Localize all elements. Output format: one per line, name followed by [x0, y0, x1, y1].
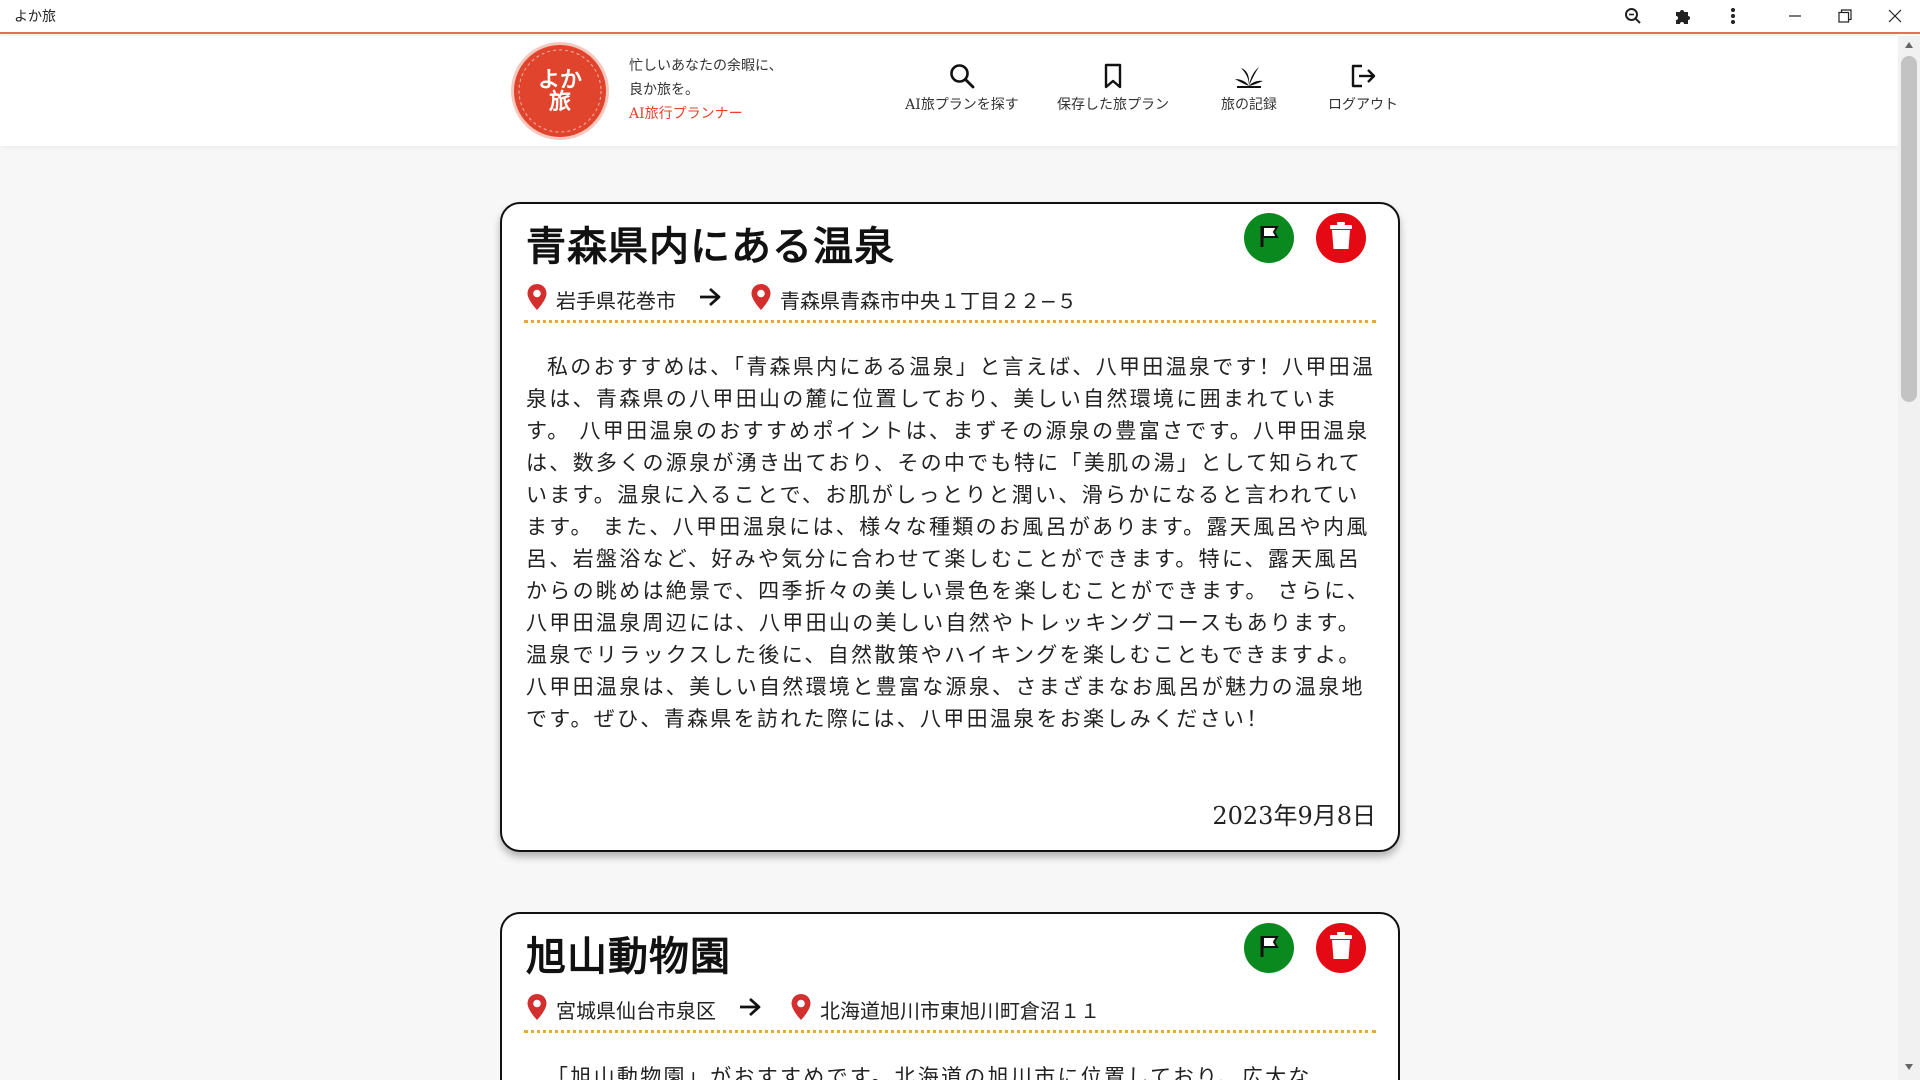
tagline-line1: 忙しいあなたの余暇に、: [629, 58, 783, 74]
window-title: よか旅: [14, 9, 56, 25]
plan-title: 青森県内にある温泉: [526, 223, 895, 270]
plan-date: 2023年9月8日: [1212, 802, 1376, 830]
search-icon: [948, 62, 976, 94]
zoom-button[interactable]: [1608, 0, 1658, 32]
bookmark-icon: [1099, 62, 1127, 94]
nav-travel-records-label: 旅の記録: [1221, 97, 1277, 113]
route: 宮城県仙台市泉区 北海道旭川市東旭川町倉沼１１: [526, 992, 1100, 1026]
route-origin: 宮城県仙台市泉区: [556, 998, 716, 1023]
location-pin-icon: [526, 993, 548, 1026]
location-pin-icon: [526, 283, 548, 316]
plan-card: 旭山動物園 宮城県仙台市泉区 北海道旭川市東旭川町倉沼１１ 「旭山動物園」がおす…: [500, 912, 1400, 1080]
minimize-icon: [1788, 9, 1802, 23]
restore-button[interactable]: [1820, 0, 1870, 32]
tagline-line2: 良か旅を。: [629, 82, 699, 98]
arrow-right-icon: [698, 286, 722, 313]
route-destination: 北海道旭川市東旭川町倉沼１１: [820, 998, 1100, 1023]
route-destination: 青森県青森市中央１丁目２２−５: [780, 288, 1077, 313]
route-divider: [524, 1030, 1376, 1033]
nav-search-plans-label: AI旅プランを探す: [905, 97, 1019, 113]
tagline-accent: AI旅行プランナー: [629, 106, 743, 122]
trash-icon: [1328, 931, 1354, 965]
logo-text-line2: 旅: [548, 89, 571, 115]
browser-menu-button[interactable]: [1708, 0, 1758, 32]
flag-button[interactable]: [1244, 213, 1294, 263]
browser-titlebar: よか旅: [0, 0, 1920, 34]
close-icon: [1888, 9, 1902, 23]
nav-saved-plans-label: 保存した旅プラン: [1057, 97, 1169, 113]
nav-logout[interactable]: ログアウト: [1298, 62, 1428, 114]
flag-icon: [1255, 222, 1283, 254]
plan-card: 青森県内にある温泉 岩手県花巻市 青森県青森市中央１丁目２２−５ 私のおすすめは…: [500, 202, 1400, 852]
extensions-button[interactable]: [1658, 0, 1708, 32]
page-scrollbar[interactable]: [1898, 36, 1920, 1080]
route: 岩手県花巻市 青森県青森市中央１丁目２２−５: [526, 282, 1077, 316]
caret-down-icon: [1905, 1064, 1913, 1070]
scrollbar-thumb[interactable]: [1901, 56, 1917, 402]
nav-logout-label: ログアウト: [1328, 97, 1398, 113]
arrow-right-icon: [738, 996, 762, 1023]
trash-icon: [1328, 221, 1354, 255]
close-button[interactable]: [1870, 0, 1920, 32]
tagline: 忙しいあなたの余暇に、 良か旅を。 AI旅行プランナー: [629, 54, 783, 126]
restore-icon: [1838, 9, 1852, 23]
plan-description: 「旭山動物園」がおすすめです。北海道の旭川市に位置しており、広大な: [547, 1065, 1312, 1080]
logo-text-line1: よか: [537, 67, 582, 93]
delete-button[interactable]: [1316, 923, 1366, 973]
route-divider: [524, 320, 1376, 323]
more-vertical-icon: [1730, 7, 1736, 25]
site-logo[interactable]: よか 旅: [510, 41, 610, 141]
plant-icon: [1233, 62, 1265, 94]
plan-title: 旭山動物園: [526, 933, 731, 980]
flag-button[interactable]: [1244, 923, 1294, 973]
location-pin-icon: [750, 283, 772, 316]
plan-description: 私のおすすめは、「青森県内にある温泉」と言えば、八甲田温泉です！八甲田温泉は、青…: [526, 355, 1376, 731]
site-header: よか 旅 忙しいあなたの余暇に、 良か旅を。 AI旅行プランナー AI旅プランを…: [0, 36, 1898, 146]
logout-icon: [1348, 62, 1378, 94]
location-pin-icon: [790, 993, 812, 1026]
minimize-button[interactable]: [1770, 0, 1820, 32]
flag-icon: [1255, 932, 1283, 964]
zoom-icon: [1624, 7, 1642, 25]
nav-travel-records[interactable]: 旅の記録: [1184, 62, 1314, 114]
nav-saved-plans[interactable]: 保存した旅プラン: [1048, 62, 1178, 114]
nav-search-plans[interactable]: AI旅プランを探す: [897, 62, 1027, 114]
puzzle-icon: [1673, 6, 1693, 26]
delete-button[interactable]: [1316, 213, 1366, 263]
route-origin: 岩手県花巻市: [556, 288, 676, 313]
scroll-up-arrow[interactable]: [1898, 36, 1920, 54]
scroll-down-arrow[interactable]: [1898, 1058, 1920, 1076]
caret-up-icon: [1905, 42, 1913, 48]
